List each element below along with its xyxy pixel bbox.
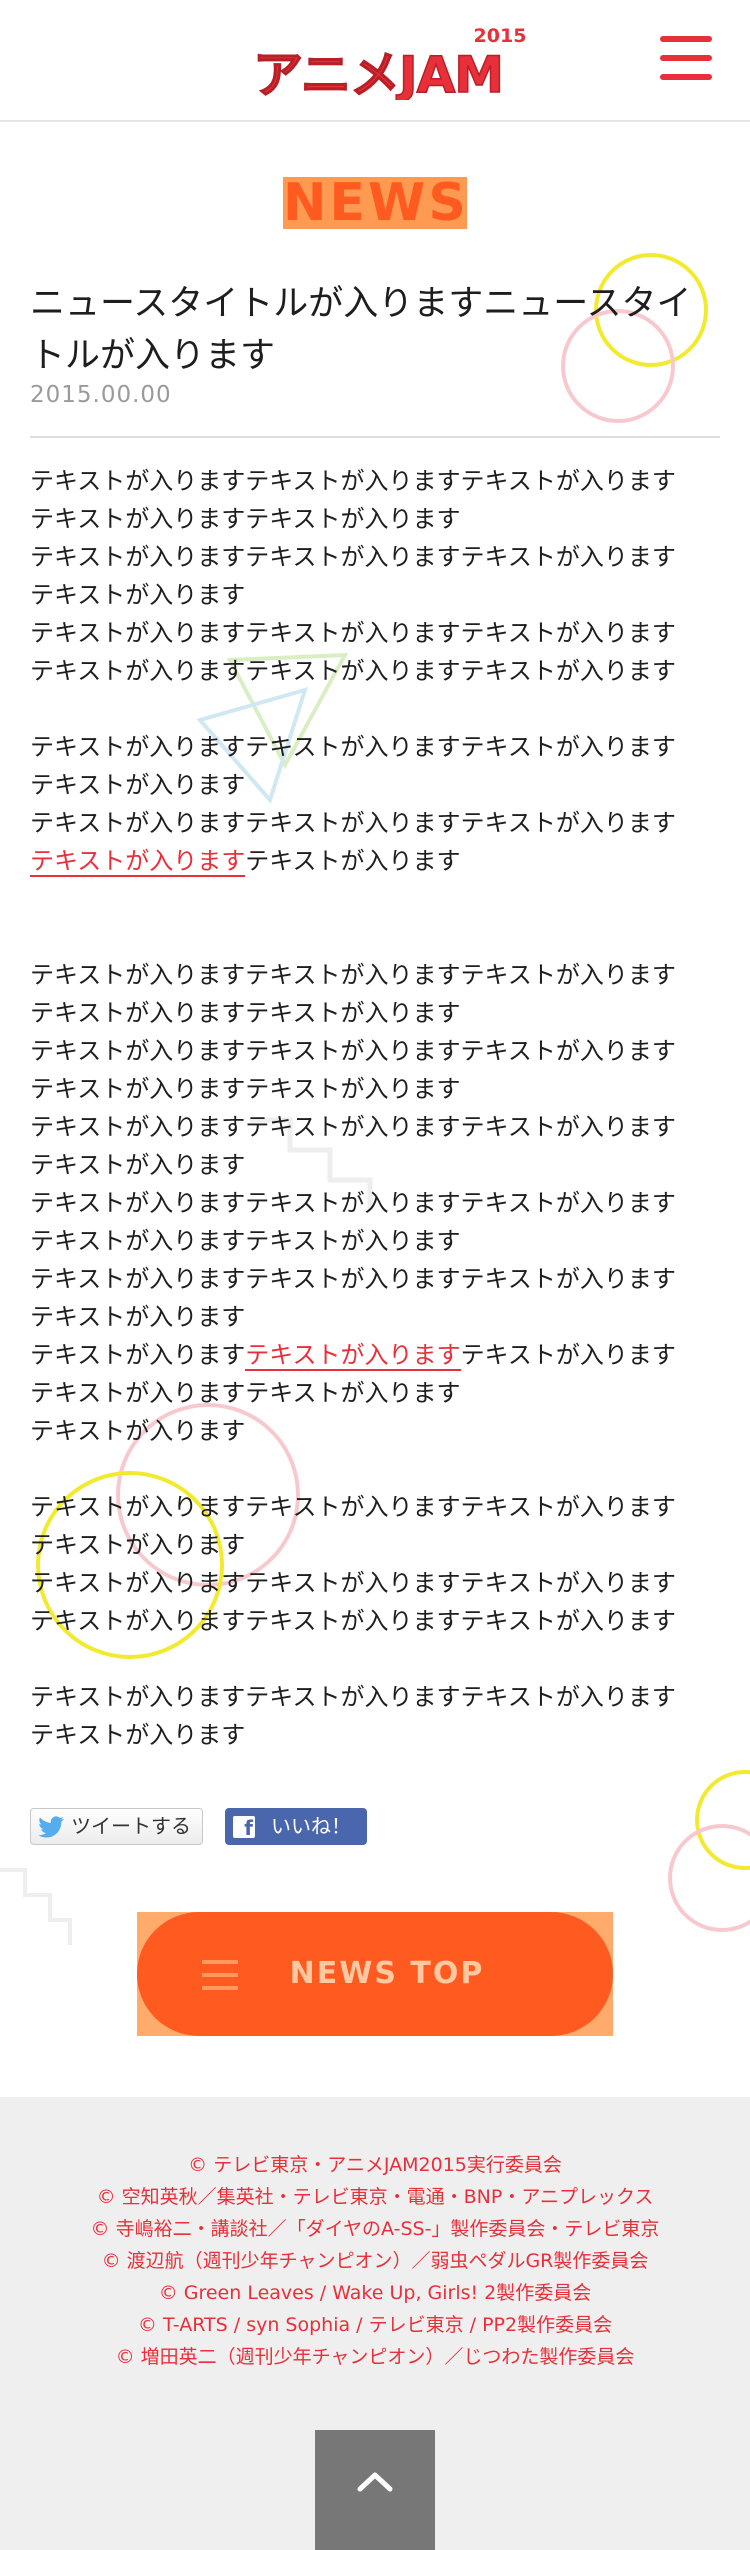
tweet-button[interactable]: ツイートする [30,1808,203,1845]
copyright-line: © 渡辺航（週刊少年チャンピオン）／弱虫ペダルGR製作委員会 [101,2250,649,2272]
menu-bar [660,74,712,80]
news-top-button[interactable]: NEWS TOP [137,1912,613,2036]
text-line: テキストが入ります [30,1417,246,1445]
text-line: テキストが入りますテキストが入りますテキストが入ります [30,1683,676,1711]
text-line: テキストが入ります [30,1303,246,1331]
chevron-up-icon [357,2472,393,2492]
page-top-button[interactable] [315,2430,435,2550]
inline-link[interactable]: テキストが入ります [245,1341,461,1371]
text-line: テキストが入りますテキストが入りますテキストが入ります [30,619,676,647]
site-logo[interactable]: 2015 アニメJAM [228,20,528,100]
text-line: テキストが入りますテキストが入ります [30,999,461,1027]
deco-steps-small [0,1868,72,1945]
text-line: テキストが入ります [245,847,461,875]
paragraph: テキストが入りますテキストが入りますテキストが入ります テキストが入りますテキス… [30,956,730,1450]
text-line: テキストが入ります [30,771,246,799]
tweet-label: ツイートする [71,1814,191,1838]
copyright-line: © 空知英秋／集英社・テレビ東京・電通・BNP・アニプレックス [96,2186,654,2208]
svg-text:アニメJAM: アニメJAM [253,46,503,100]
menu-bar [660,36,712,42]
section-heading: NEWS [283,173,469,233]
paragraph: テキストが入りますテキストが入りますテキストが入ります テキストが入ります [30,1678,730,1754]
site-footer: © テレビ東京・アニメJAM2015実行委員会 © 空知英秋／集英社・テレビ東京… [0,2097,750,2550]
site-header: 2015 アニメJAM [0,0,750,122]
svg-text:2015: 2015 [474,25,527,47]
article-title: ニュースタイトルが入りますニュースタイトルが入ります [30,284,692,376]
copyright-line: © T-ARTS / syn Sophia / テレビ東京 / PP2製作委員会 [137,2314,613,2336]
text-line: テキストが入ります [30,1151,246,1179]
like-label: いいね！ [271,1814,351,1838]
text-line: テキストが入ります [30,1721,246,1749]
inline-link[interactable]: テキストが入ります [30,847,246,877]
text-line: テキストが入りますテキストが入りますテキストが入ります [30,657,676,685]
copyright-line: © 増田英二（週刊少年チャンピオン）／じつわた製作委員会 [115,2346,635,2368]
twitter-bird-icon [39,1816,64,1838]
deco-circle-yellow-right [695,1770,750,1870]
text-line: テキストが入りますテキストが入りますテキストが入ります [30,1265,676,1293]
paragraph: テキストが入りますテキストが入りますテキストが入ります テキストが入ります テキ… [30,728,730,880]
text-line: テキストが入ります [30,1341,246,1369]
text-line: テキストが入りますテキストが入りますテキストが入ります [30,1113,676,1141]
list-icon [202,1960,238,1990]
copyright-line: © Green Leaves / Wake Up, Girls! 2製作委員会 [158,2282,592,2304]
article-date: 2015.00.00 [30,382,172,408]
text-line: テキストが入りますテキストが入ります [30,1379,461,1407]
text-line: テキストが入ります [30,581,246,609]
text-line: テキストが入りますテキストが入りますテキストが入ります [30,1189,676,1217]
text-line: テキストが入りますテキストが入りますテキストが入ります [30,1037,676,1065]
text-line: テキストが入りますテキストが入ります [30,505,461,533]
text-line: テキストが入りますテキストが入りますテキストが入ります [30,1607,676,1635]
text-line: テキストが入りますテキストが入りますテキストが入ります [30,1569,676,1597]
deco-circle-pink-right [668,1824,750,1932]
paragraph: テキストが入りますテキストが入りますテキストが入ります テキストが入ります テキ… [30,1488,730,1640]
text-line: テキストが入りますテキストが入りますテキストが入ります [30,467,676,495]
text-line: テキストが入ります [460,1341,676,1369]
news-top-label: NEWS TOP [289,1956,485,1991]
copyright-line: © 寺嶋裕二・講談社／「ダイヤのA-SS-」製作委員会・テレビ東京 [90,2218,660,2240]
facebook-icon: f [233,1816,255,1840]
article-body: テキストが入りますテキストが入りますテキストが入ります テキストが入りますテキス… [30,462,730,1754]
title-divider [30,436,720,438]
paragraph: テキストが入りますテキストが入りますテキストが入ります テキストが入りますテキス… [30,462,730,690]
text-line: テキストが入りますテキストが入ります [30,1075,461,1103]
text-line: テキストが入りますテキストが入りますテキストが入ります [30,1493,676,1521]
copyright-line: © テレビ東京・アニメJAM2015実行委員会 [188,2154,562,2176]
menu-bar [660,55,712,61]
hamburger-menu-icon[interactable] [660,36,712,80]
text-line: テキストが入りますテキストが入りますテキストが入ります [30,809,676,837]
copyright-list: © テレビ東京・アニメJAM2015実行委員会 © 空知英秋／集英社・テレビ東京… [0,2149,750,2373]
text-line: テキストが入りますテキストが入りますテキストが入ります [30,543,676,571]
text-line: テキストが入りますテキストが入ります [30,1227,461,1255]
text-line: テキストが入りますテキストが入りますテキストが入ります [30,733,676,761]
text-line: テキストが入りますテキストが入りますテキストが入ります [30,961,676,989]
text-line: テキストが入ります [30,1531,246,1559]
facebook-like-button[interactable]: f いいね！ [225,1808,367,1845]
